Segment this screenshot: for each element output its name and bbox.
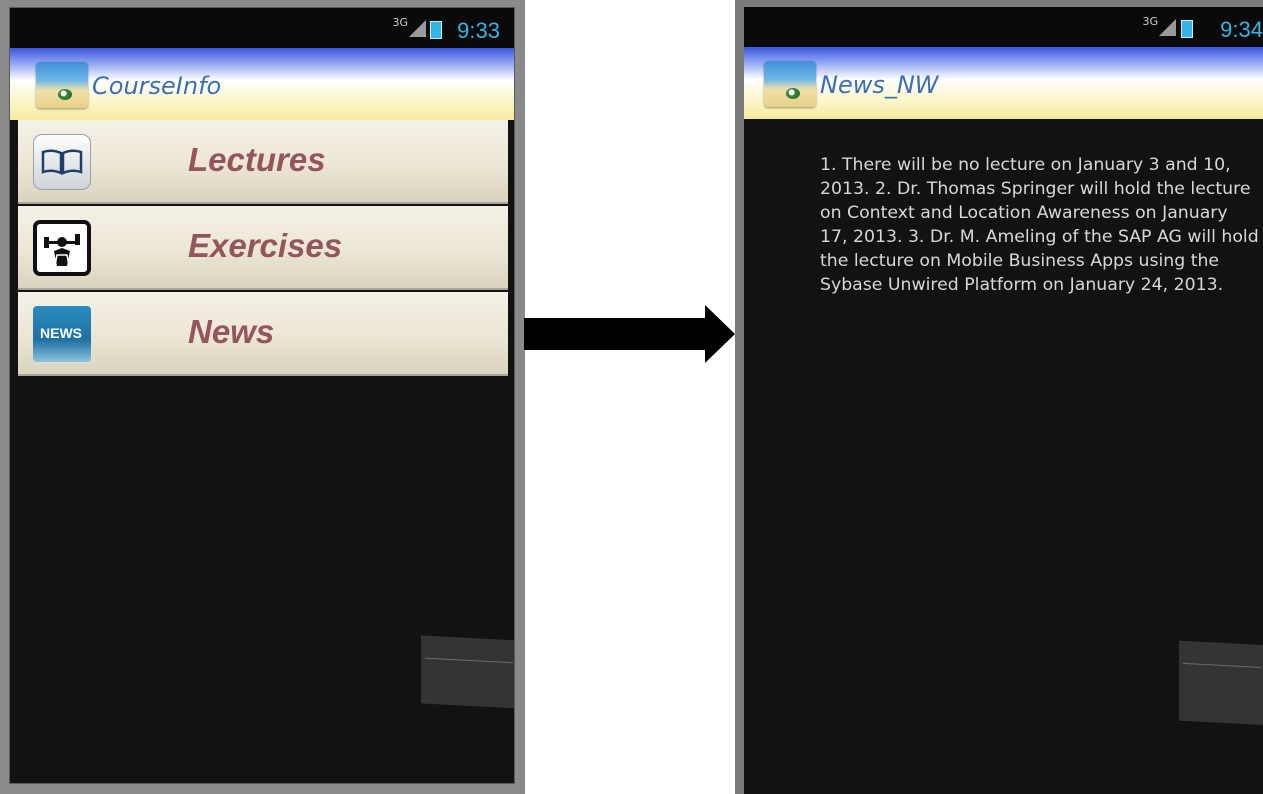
left-phone-screen: 3G 9:33 CourseInfo Lectures Exercises NE… — [9, 7, 515, 784]
signal-icon — [409, 20, 426, 37]
arrow-shaft — [524, 318, 710, 350]
menu-item-exercises[interactable]: Exercises — [18, 206, 508, 290]
left-phone-frame: 3G 9:33 CourseInfo Lectures Exercises NE… — [0, 0, 525, 794]
network-type: 3G — [1142, 15, 1158, 28]
action-bar: CourseInfo — [10, 48, 514, 120]
clock: 9:34 — [1220, 17, 1263, 42]
app-logo-icon — [764, 61, 816, 107]
action-bar: News_NW — [744, 47, 1263, 119]
status-bar: 3G 9:34 — [744, 7, 1263, 47]
menu-item-lectures[interactable]: Lectures — [18, 120, 508, 204]
faded-window-overlay — [421, 635, 514, 709]
faded-window-overlay — [1179, 640, 1263, 726]
menu-label-lectures: Lectures — [188, 141, 326, 178]
dumbbell-icon — [33, 220, 91, 276]
app-title: News_NW — [820, 71, 939, 99]
app-logo-icon — [36, 62, 88, 108]
news-icon: NEWS — [33, 306, 91, 362]
news-text: 1. There will be no lecture on January 3… — [820, 155, 1259, 295]
menu-item-news[interactable]: NEWS News — [18, 292, 508, 376]
network-type: 3G — [392, 16, 408, 29]
clock: 9:33 — [457, 18, 500, 43]
menu-label-news: News — [188, 313, 275, 350]
right-phone-screen: 3G 9:34 News_NW 1. There will be no lect… — [744, 7, 1263, 794]
status-bar: 3G 9:33 — [10, 8, 514, 48]
signal-icon — [1159, 19, 1176, 36]
app-title: CourseInfo — [92, 72, 222, 100]
menu-label-exercises: Exercises — [188, 227, 343, 264]
battery-icon — [430, 21, 442, 39]
right-phone-frame: 3G 9:34 News_NW 1. There will be no lect… — [735, 0, 1263, 794]
battery-icon — [1181, 20, 1193, 38]
arrow-right-icon — [705, 305, 735, 363]
book-icon — [33, 134, 91, 190]
